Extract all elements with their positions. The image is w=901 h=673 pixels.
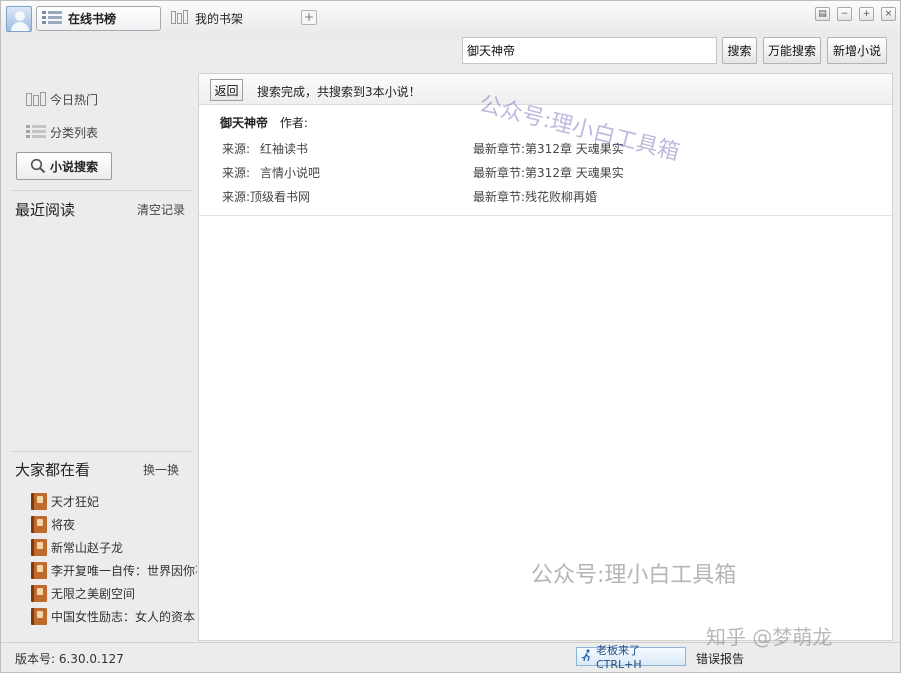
popular-book-list: 天才狂妃 将夜 新常山赵子龙 李开复唯一自传：世界因你不同 无限之美剧空间 中国…	[31, 490, 197, 628]
maximize-button[interactable]: +	[859, 7, 874, 21]
book-icon	[31, 608, 47, 625]
source-label: 来源:	[222, 142, 251, 156]
source-link[interactable]: 红袖读书	[260, 142, 308, 156]
popular-title: 大家都在看	[15, 461, 91, 479]
list-item[interactable]: 天才狂妃	[31, 490, 197, 513]
refresh-link[interactable]: 换一换	[143, 461, 179, 478]
add-tab-button[interactable]: +	[301, 10, 317, 25]
list-item[interactable]: 将夜	[31, 513, 197, 536]
minimize-button[interactable]: −	[837, 7, 852, 21]
tab-label: 我的书架	[195, 12, 244, 26]
running-man-icon	[581, 648, 593, 665]
search-toolbar: 搜索 万能搜索 新增小说	[1, 37, 900, 71]
sidebar-item-category-list[interactable]: 分类列表	[26, 122, 98, 142]
boss-key-button[interactable]: 老板来了CTRL+H	[576, 644, 686, 671]
author-label: 作者:	[279, 116, 308, 130]
latest-chapter-link[interactable]: 残花败柳再婚	[525, 190, 597, 204]
book-icon	[31, 585, 47, 602]
watermark-bottom: 公众号:理小白工具箱	[531, 563, 737, 588]
chapter-label: 最新章节:	[473, 166, 526, 180]
tab-label: 在线书榜	[68, 12, 117, 26]
book-title: 新常山赵子龙	[51, 541, 124, 555]
add-novel-button[interactable]: 新增小说	[827, 37, 887, 64]
list-icon	[26, 125, 46, 139]
skin-button[interactable]: ▤	[815, 7, 830, 21]
source-link[interactable]: 言情小说吧	[260, 166, 320, 180]
sidebar-item-today-hot[interactable]: 今日热门	[26, 89, 98, 109]
version-text: 版本号: 6.30.0.127	[15, 652, 124, 666]
list-item[interactable]: 无限之美剧空间	[31, 582, 197, 605]
bookshelf-icon	[26, 92, 46, 106]
chapter-label: 最新章节:	[473, 142, 526, 156]
book-title: 李开复唯一自传：世界因你不同	[51, 564, 197, 578]
list-item[interactable]: 李开复唯一自传：世界因你不同	[31, 559, 197, 582]
novel-title-link[interactable]: 御天神帝	[220, 116, 268, 130]
sidebar-item-label: 分类列表	[50, 125, 99, 140]
error-report-link[interactable]: 错误报告	[696, 650, 744, 667]
close-button[interactable]: ×	[881, 7, 896, 21]
source-label: 来源:	[222, 166, 251, 180]
book-icon	[31, 493, 47, 510]
source-link[interactable]: 顶级看书网	[250, 190, 310, 204]
book-title: 中国女性励志：女人的资本	[51, 610, 196, 624]
tab-my-bookshelf[interactable]: 我的书架	[166, 6, 286, 31]
zhihu-watermark: 知乎 @梦萌龙	[706, 625, 833, 649]
sidebar: 今日热门 分类列表 小说搜索 最近阅读 清空记录 大家都在看 换一换 天才狂妃 …	[1, 73, 197, 641]
bookshelf-icon	[171, 10, 189, 27]
divider	[11, 451, 193, 452]
app-window: 在线书榜 我的书架 + ▤ − + × 搜索 万能搜索 新增小说	[0, 0, 901, 673]
title-bar: 在线书榜 我的书架 + ▤ − + ×	[1, 1, 900, 37]
book-icon	[31, 562, 47, 579]
universal-search-button[interactable]: 万能搜索	[763, 37, 821, 64]
list-item[interactable]: 中国女性励志：女人的资本	[31, 605, 197, 628]
search-status-text: 搜索完成，共搜索到3本小说！	[257, 85, 421, 99]
search-icon	[30, 158, 46, 174]
boss-key-label: 老板来了CTRL+H	[596, 644, 642, 671]
book-icon	[31, 516, 47, 533]
book-title: 将夜	[51, 518, 76, 532]
back-button[interactable]: 返回	[210, 79, 243, 101]
clear-history-link[interactable]: 清空记录	[137, 201, 185, 218]
list-item[interactable]: 新常山赵子龙	[31, 536, 197, 559]
search-input[interactable]	[462, 37, 717, 64]
sidebar-item-label: 小说搜索	[49, 159, 98, 174]
book-title: 天才狂妃	[51, 495, 100, 509]
list-icon	[42, 10, 62, 27]
book-title: 无限之美剧空间	[51, 587, 136, 601]
divider	[11, 190, 193, 191]
divider	[199, 215, 892, 216]
book-icon	[31, 539, 47, 556]
latest-chapter-link[interactable]: 第312章 天魂果实	[525, 166, 624, 180]
user-avatar-icon[interactable]	[6, 6, 32, 32]
search-button[interactable]: 搜索	[722, 37, 757, 64]
sidebar-item-novel-search[interactable]: 小说搜索	[16, 152, 112, 180]
search-results-panel: 返回 搜索完成，共搜索到3本小说！ 御天神帝 作者: 来源: 红袖读书 最新章节:…	[198, 73, 893, 641]
source-label: 来源:	[222, 190, 251, 204]
result-title: 御天神帝 作者:	[220, 114, 308, 131]
tab-online-rankings[interactable]: 在线书榜	[36, 6, 161, 31]
table-row: 来源: 红袖读书 最新章节:第312章 天魂果实	[222, 140, 882, 158]
table-row: 来源:顶级看书网 最新章节:残花败柳再婚	[222, 188, 882, 206]
chapter-label: 最新章节:	[473, 190, 526, 204]
table-row: 来源: 言情小说吧 最新章节:第312章 天魂果实	[222, 164, 882, 182]
recent-reading-title: 最近阅读	[15, 201, 76, 219]
sidebar-item-label: 今日热门	[50, 92, 99, 107]
